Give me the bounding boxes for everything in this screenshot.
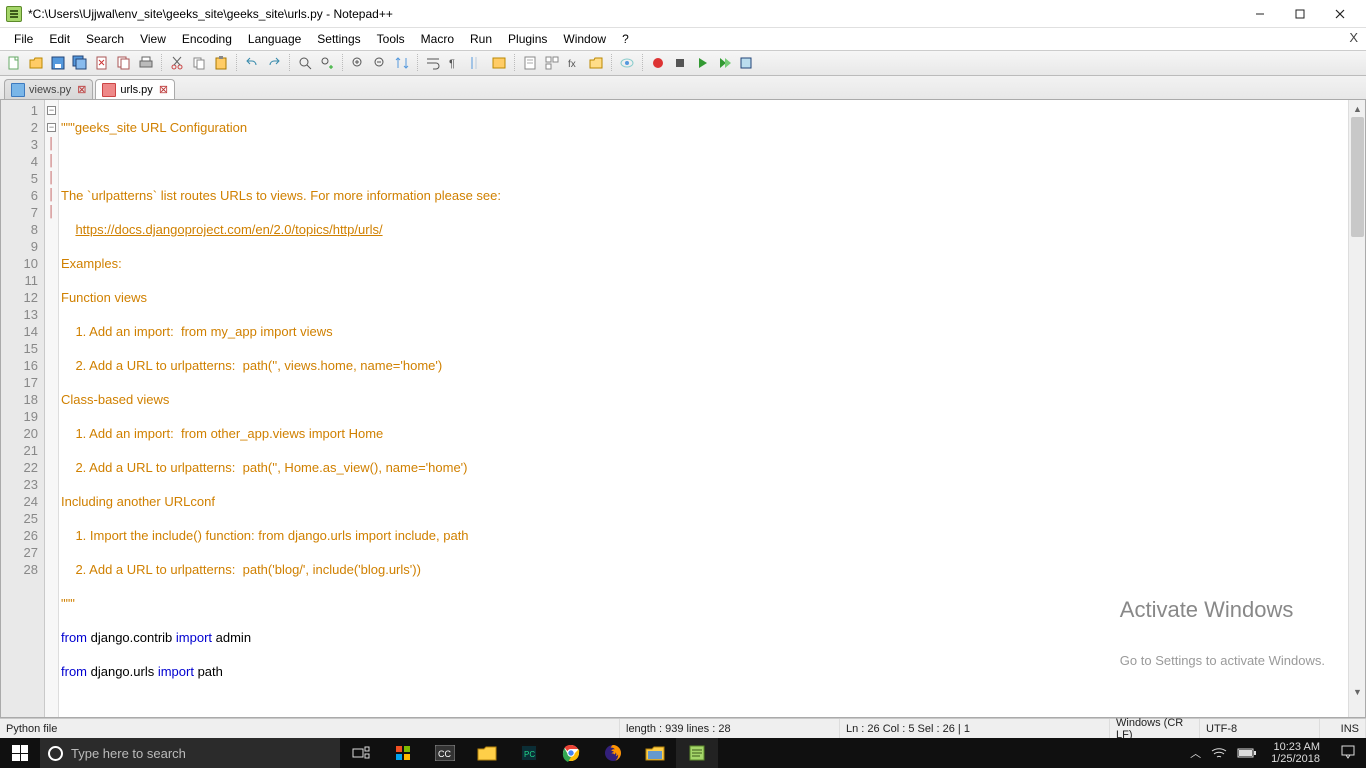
tab-close-icon[interactable]: ⊠ (77, 83, 86, 96)
menu-edit[interactable]: Edit (41, 30, 78, 48)
undo-icon[interactable] (242, 53, 262, 73)
tray-notifications-icon[interactable] (1334, 744, 1362, 763)
menu-help[interactable]: ? (614, 30, 637, 48)
app-icon (6, 6, 22, 22)
status-eol: Windows (CR LF) (1110, 719, 1200, 738)
file-icon (11, 83, 25, 97)
monitor-icon[interactable] (617, 53, 637, 73)
status-bar: Python file length : 939 lines : 28 Ln :… (0, 718, 1366, 738)
record-macro-icon[interactable] (648, 53, 668, 73)
menu-plugins[interactable]: Plugins (500, 30, 555, 48)
windows-taskbar: Type here to search CC PC ︿ 10:23 AM 1/2… (0, 738, 1366, 768)
title-bar: *C:\Users\Ujjwal\env_site\geeks_site\gee… (0, 0, 1366, 28)
cut-icon[interactable] (167, 53, 187, 73)
zoom-in-icon[interactable] (348, 53, 368, 73)
tab-label: urls.py (120, 84, 152, 96)
close-button[interactable] (1320, 2, 1360, 26)
vertical-scrollbar[interactable]: ▲ ▼ (1348, 100, 1365, 717)
sync-scroll-icon[interactable] (392, 53, 412, 73)
tab-close-icon[interactable]: ⊠ (159, 83, 168, 96)
tab-label: views.py (29, 84, 71, 96)
paste-icon[interactable] (211, 53, 231, 73)
indent-guide-icon[interactable] (467, 53, 487, 73)
file-icon (102, 83, 116, 97)
save-icon[interactable] (48, 53, 68, 73)
tray-battery-icon[interactable] (1237, 748, 1257, 758)
doc-map-icon[interactable] (520, 53, 540, 73)
tray-wifi-icon[interactable] (1211, 747, 1227, 759)
svg-text:fx: fx (568, 59, 576, 70)
tab-urls-py[interactable]: urls.py ⊠ (95, 79, 175, 99)
taskbar-app-store[interactable] (382, 738, 424, 768)
folder-icon[interactable] (586, 53, 606, 73)
status-encoding: UTF-8 (1200, 719, 1320, 738)
code-editor[interactable]: 1234 5678 9101112 13141516 17181920 2122… (0, 100, 1366, 718)
taskbar-app-notepadpp[interactable] (676, 738, 718, 768)
start-button[interactable] (0, 738, 40, 768)
search-placeholder: Type here to search (71, 746, 186, 761)
maximize-button[interactable] (1280, 2, 1320, 26)
close-file-icon[interactable] (92, 53, 112, 73)
status-position: Ln : 26 Col : 5 Sel : 26 | 1 (840, 719, 1110, 738)
tray-chevron-icon[interactable]: ︿ (1190, 745, 1201, 761)
redo-icon[interactable] (264, 53, 284, 73)
menu-tools[interactable]: Tools (369, 30, 413, 48)
play-multi-icon[interactable] (714, 53, 734, 73)
menu-bar: File Edit Search View Encoding Language … (0, 28, 1366, 50)
svg-text:CC: CC (438, 749, 451, 759)
menu-macro[interactable]: Macro (413, 30, 462, 48)
tray-clock[interactable]: 10:23 AM 1/25/2018 (1267, 741, 1324, 765)
print-icon[interactable] (136, 53, 156, 73)
replace-icon[interactable] (317, 53, 337, 73)
save-all-icon[interactable] (70, 53, 90, 73)
show-all-chars-icon[interactable]: ¶ (445, 53, 465, 73)
zoom-out-icon[interactable] (370, 53, 390, 73)
taskbar-app-cc[interactable]: CC (424, 738, 466, 768)
close-all-icon[interactable] (114, 53, 134, 73)
menu-run[interactable]: Run (462, 30, 500, 48)
new-file-icon[interactable] (4, 53, 24, 73)
menu-view[interactable]: View (132, 30, 174, 48)
menu-close-x[interactable]: X (1349, 30, 1358, 45)
play-macro-icon[interactable] (692, 53, 712, 73)
taskbar-app-pycharm[interactable]: PC (508, 738, 550, 768)
find-icon[interactable] (295, 53, 315, 73)
status-length: length : 939 lines : 28 (620, 719, 840, 738)
func-list-icon[interactable]: fx (564, 53, 584, 73)
code-area[interactable]: """geeks_site URL Configuration The `url… (59, 100, 1365, 717)
stop-macro-icon[interactable] (670, 53, 690, 73)
menu-encoding[interactable]: Encoding (174, 30, 240, 48)
doc-list-icon[interactable] (542, 53, 562, 73)
wordwrap-icon[interactable] (423, 53, 443, 73)
menu-window[interactable]: Window (555, 30, 614, 48)
cortana-icon (48, 746, 63, 761)
taskbar-app-chrome[interactable] (550, 738, 592, 768)
tab-views-py[interactable]: views.py ⊠ (4, 79, 93, 99)
minimize-button[interactable] (1240, 2, 1280, 26)
toolbar: ¶ fx (0, 50, 1366, 76)
document-tab-bar: views.py ⊠ urls.py ⊠ (0, 76, 1366, 100)
window-title: *C:\Users\Ujjwal\env_site\geeks_site\gee… (28, 7, 393, 21)
task-view-icon[interactable] (340, 738, 382, 768)
svg-text:¶: ¶ (449, 58, 455, 70)
menu-search[interactable]: Search (78, 30, 132, 48)
taskbar-app-explorer[interactable] (466, 738, 508, 768)
save-macro-icon[interactable] (736, 53, 756, 73)
status-language: Python file (0, 719, 620, 738)
status-ins: INS (1320, 719, 1366, 738)
svg-text:PC: PC (524, 750, 535, 759)
taskbar-search[interactable]: Type here to search (40, 738, 340, 768)
open-file-icon[interactable] (26, 53, 46, 73)
lang-icon[interactable] (489, 53, 509, 73)
menu-language[interactable]: Language (240, 30, 309, 48)
menu-file[interactable]: File (6, 30, 41, 48)
line-number-gutter: 1234 5678 9101112 13141516 17181920 2122… (1, 100, 45, 717)
menu-settings[interactable]: Settings (309, 30, 368, 48)
windows-logo-icon (12, 745, 28, 761)
taskbar-app-firefox[interactable] (592, 738, 634, 768)
taskbar-app-files[interactable] (634, 738, 676, 768)
copy-icon[interactable] (189, 53, 209, 73)
fold-column[interactable]: − − │││││ (45, 100, 59, 717)
